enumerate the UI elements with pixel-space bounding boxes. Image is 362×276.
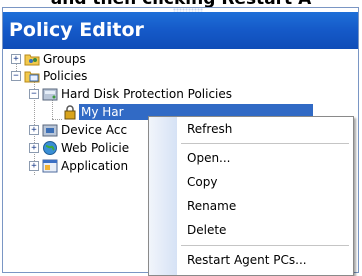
device-policy-icon xyxy=(42,122,58,138)
tree-item-label: Web Policie xyxy=(61,141,130,155)
expand-icon[interactable]: + xyxy=(29,125,39,135)
lock-icon xyxy=(62,104,78,120)
expand-icon[interactable]: + xyxy=(11,54,21,64)
collapse-icon[interactable]: − xyxy=(11,71,21,81)
tree-item-label: Groups xyxy=(43,52,86,66)
menu-item-copy[interactable]: Copy xyxy=(187,173,217,191)
tree-item-label: Application xyxy=(61,159,129,173)
menu-item-open[interactable]: Open... xyxy=(187,149,231,167)
menu-icon-strip xyxy=(149,117,177,275)
tree-item-hard-disk-protection-policies[interactable]: − Hard Disk Protection Policies xyxy=(3,86,303,102)
tree-item-label: Hard Disk Protection Policies xyxy=(61,87,233,101)
menu-separator xyxy=(181,245,349,246)
expand-icon[interactable]: + xyxy=(29,161,39,171)
folder-open-icon xyxy=(24,68,40,84)
application-policy-icon xyxy=(42,158,58,174)
menu-separator xyxy=(181,143,349,144)
tree-item-groups[interactable]: + Groups xyxy=(3,51,203,67)
menu-item-restart-agent-pcs[interactable]: Restart Agent PCs... xyxy=(187,251,307,269)
menu-item-delete[interactable]: Delete xyxy=(187,221,226,239)
tree-item-policies[interactable]: − Policies xyxy=(3,68,203,84)
expand-icon[interactable]: + xyxy=(29,143,39,153)
tree-item-label: Policies xyxy=(43,69,88,83)
hard-disk-policy-icon xyxy=(42,86,58,102)
tree-item-label: Device Acc xyxy=(61,123,128,137)
globe-icon xyxy=(42,140,58,156)
folder-group-icon xyxy=(24,51,40,67)
menu-item-rename[interactable]: Rename xyxy=(187,197,236,215)
panel-title: Policy Editor xyxy=(3,12,358,49)
collapse-icon[interactable]: − xyxy=(29,89,39,99)
context-menu: Refresh Open... Copy Rename Delete Resta… xyxy=(148,116,354,276)
menu-item-refresh[interactable]: Refresh xyxy=(187,120,232,138)
